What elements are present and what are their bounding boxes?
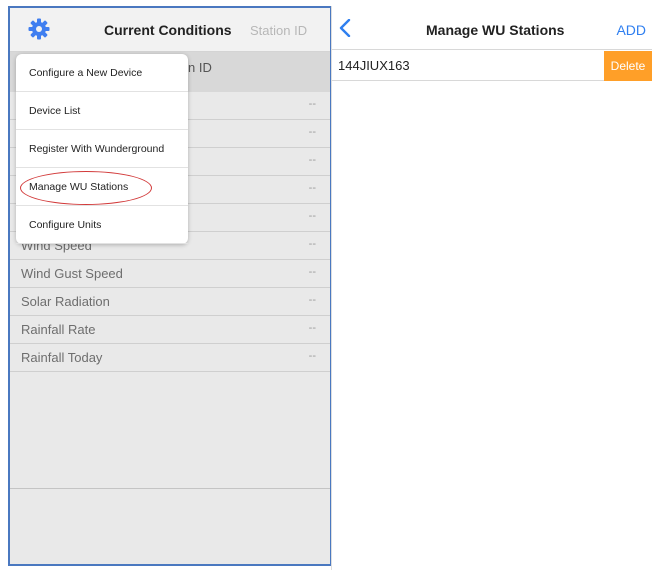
row-value: -- <box>308 350 316 362</box>
current-conditions-screen: Current Conditions Station ID n ID -- --… <box>8 6 332 566</box>
row-label: Rainfall Rate <box>21 322 96 337</box>
left-header: Current Conditions Station ID <box>10 8 330 52</box>
list-item: Solar Radiation -- <box>10 288 330 316</box>
row-value: -- <box>308 182 316 194</box>
manage-wu-stations-screen: Manage WU Stations ADD 144JIUX163 Delete <box>332 6 652 570</box>
row-value: -- <box>308 98 316 110</box>
row-value: -- <box>308 294 316 306</box>
row-value: -- <box>308 210 316 222</box>
divider <box>10 488 330 489</box>
menu-item-configure-units[interactable]: Configure Units <box>16 206 188 244</box>
settings-dropdown-menu: Configure a New Device Device List Regis… <box>16 54 188 244</box>
list-item: Wind Gust Speed -- <box>10 260 330 288</box>
page-title: Manage WU Stations <box>426 22 565 38</box>
add-button[interactable]: ADD <box>616 22 646 38</box>
row-label: Solar Radiation <box>21 294 110 309</box>
right-header: Manage WU Stations ADD <box>332 6 652 50</box>
delete-button[interactable]: Delete <box>604 51 652 81</box>
row-value: -- <box>308 154 316 166</box>
menu-item-label: Register With Wunderground <box>29 143 165 155</box>
page-title: Current Conditions <box>104 22 232 38</box>
menu-item-device-list[interactable]: Device List <box>16 92 188 130</box>
station-row[interactable]: 144JIUX163 Delete <box>332 51 652 81</box>
menu-item-label: Configure Units <box>29 219 102 231</box>
tab-station-id[interactable]: Station ID <box>250 23 307 38</box>
gear-icon[interactable] <box>28 18 50 40</box>
subheader-label: n ID <box>188 60 212 75</box>
row-value: -- <box>308 126 316 138</box>
row-label: Wind Gust Speed <box>21 266 123 281</box>
menu-item-register-wunderground[interactable]: Register With Wunderground <box>16 130 188 168</box>
row-value: -- <box>308 266 316 278</box>
highlight-circle <box>20 171 152 205</box>
menu-item-label: Configure a New Device <box>29 67 143 79</box>
row-value: -- <box>308 238 316 250</box>
chevron-left-icon[interactable] <box>338 18 352 38</box>
list-item: Rainfall Today -- <box>10 344 330 372</box>
row-value: -- <box>308 322 316 334</box>
menu-item-configure-new-device[interactable]: Configure a New Device <box>16 54 188 92</box>
menu-item-label: Device List <box>29 105 81 117</box>
station-id: 144JIUX163 <box>338 58 410 73</box>
row-label: Rainfall Today <box>21 350 103 365</box>
list-item: Rainfall Rate -- <box>10 316 330 344</box>
